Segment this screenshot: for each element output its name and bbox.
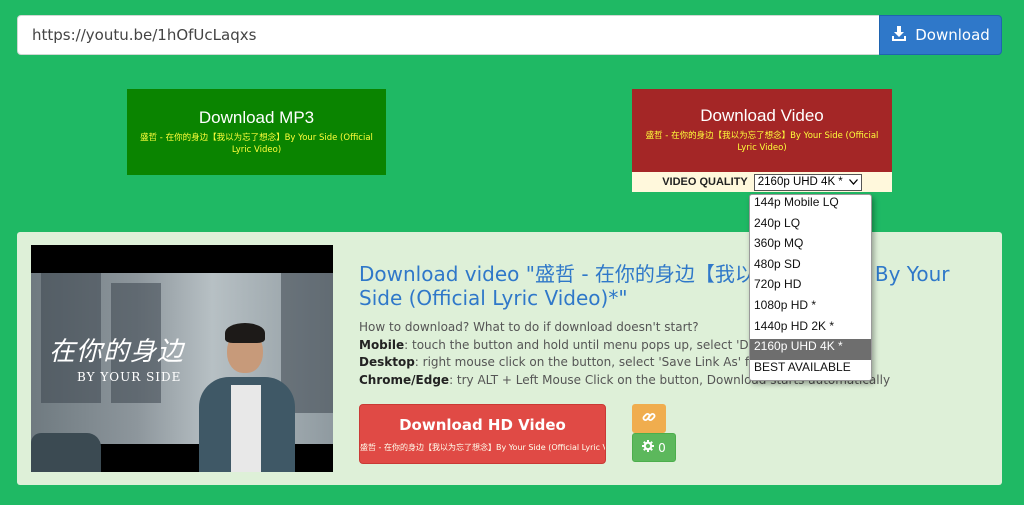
quality-option[interactable]: 720p HD: [750, 277, 871, 298]
quality-option[interactable]: BEST AVAILABLE: [750, 360, 871, 380]
video-quality-selected: 2160p UHD 4K *: [757, 176, 843, 188]
hd-subtitle: 盛哲 - 在你的身边【我以为忘了想念】By Your Side (Officia…: [360, 443, 606, 452]
video-title: Download Video: [700, 106, 824, 125]
download-hd-video-button[interactable]: Download HD Video 盛哲 - 在你的身边【我以为忘了想念】By …: [359, 404, 606, 464]
settings-count: 0: [658, 440, 666, 455]
quality-option[interactable]: 144p Mobile LQ: [750, 195, 871, 216]
quality-option[interactable]: 480p SD: [750, 257, 871, 278]
mp3-subtitle: 盛哲 - 在你的身边【我以为忘了想念】By Your Side (Officia…: [140, 133, 373, 155]
video-subtitle: 盛哲 - 在你的身边【我以为忘了想念】By Your Side (Officia…: [645, 131, 879, 153]
thumbnail-title-cn: 在你的身边: [49, 337, 185, 367]
chrome-label: Chrome/Edge: [359, 372, 450, 387]
download-icon: [891, 25, 907, 45]
mp3-title: Download MP3: [198, 108, 315, 127]
download-video-button[interactable]: Download Video 盛哲 - 在你的身边【我以为忘了想念】By You…: [632, 89, 892, 172]
video-quality-select[interactable]: 2160p UHD 4K *: [753, 173, 862, 191]
quality-option[interactable]: 1440p HD 2K *: [750, 319, 871, 340]
video-quality-label: VIDEO QUALITY: [662, 176, 748, 188]
download-mp3-button[interactable]: Download MP3 盛哲 - 在你的身边【我以为忘了想念】By Your …: [127, 89, 386, 175]
desktop-label: Desktop: [359, 355, 415, 369]
thumbnail-title-en: BY YOUR SIDE: [77, 370, 182, 384]
hd-title: Download HD Video: [399, 416, 566, 434]
url-input[interactable]: https://youtu.be/1hOfUcLaqxs: [17, 15, 881, 55]
video-quality-dropdown[interactable]: 144p Mobile LQ 240p LQ 360p MQ 480p SD 720p …: [749, 194, 872, 381]
download-button[interactable]: Download: [879, 15, 1002, 55]
settings-button[interactable]: 0: [632, 433, 676, 462]
copy-link-button[interactable]: [632, 404, 666, 433]
video-quality-bar: VIDEO QUALITY 2160p UHD 4K *: [632, 172, 892, 192]
download-button-label: Download: [915, 26, 990, 44]
quality-option[interactable]: 2160p UHD 4K *: [750, 339, 871, 360]
quality-option[interactable]: 1080p HD *: [750, 298, 871, 319]
gear-icon: [642, 440, 655, 455]
quality-option[interactable]: 360p MQ: [750, 236, 871, 257]
chevron-down-icon: [848, 176, 858, 188]
mobile-label: Mobile: [359, 337, 405, 352]
video-thumbnail: 在你的身边 BY YOUR SIDE: [31, 245, 333, 472]
link-icon: [642, 410, 656, 428]
quality-option[interactable]: 240p LQ: [750, 216, 871, 237]
